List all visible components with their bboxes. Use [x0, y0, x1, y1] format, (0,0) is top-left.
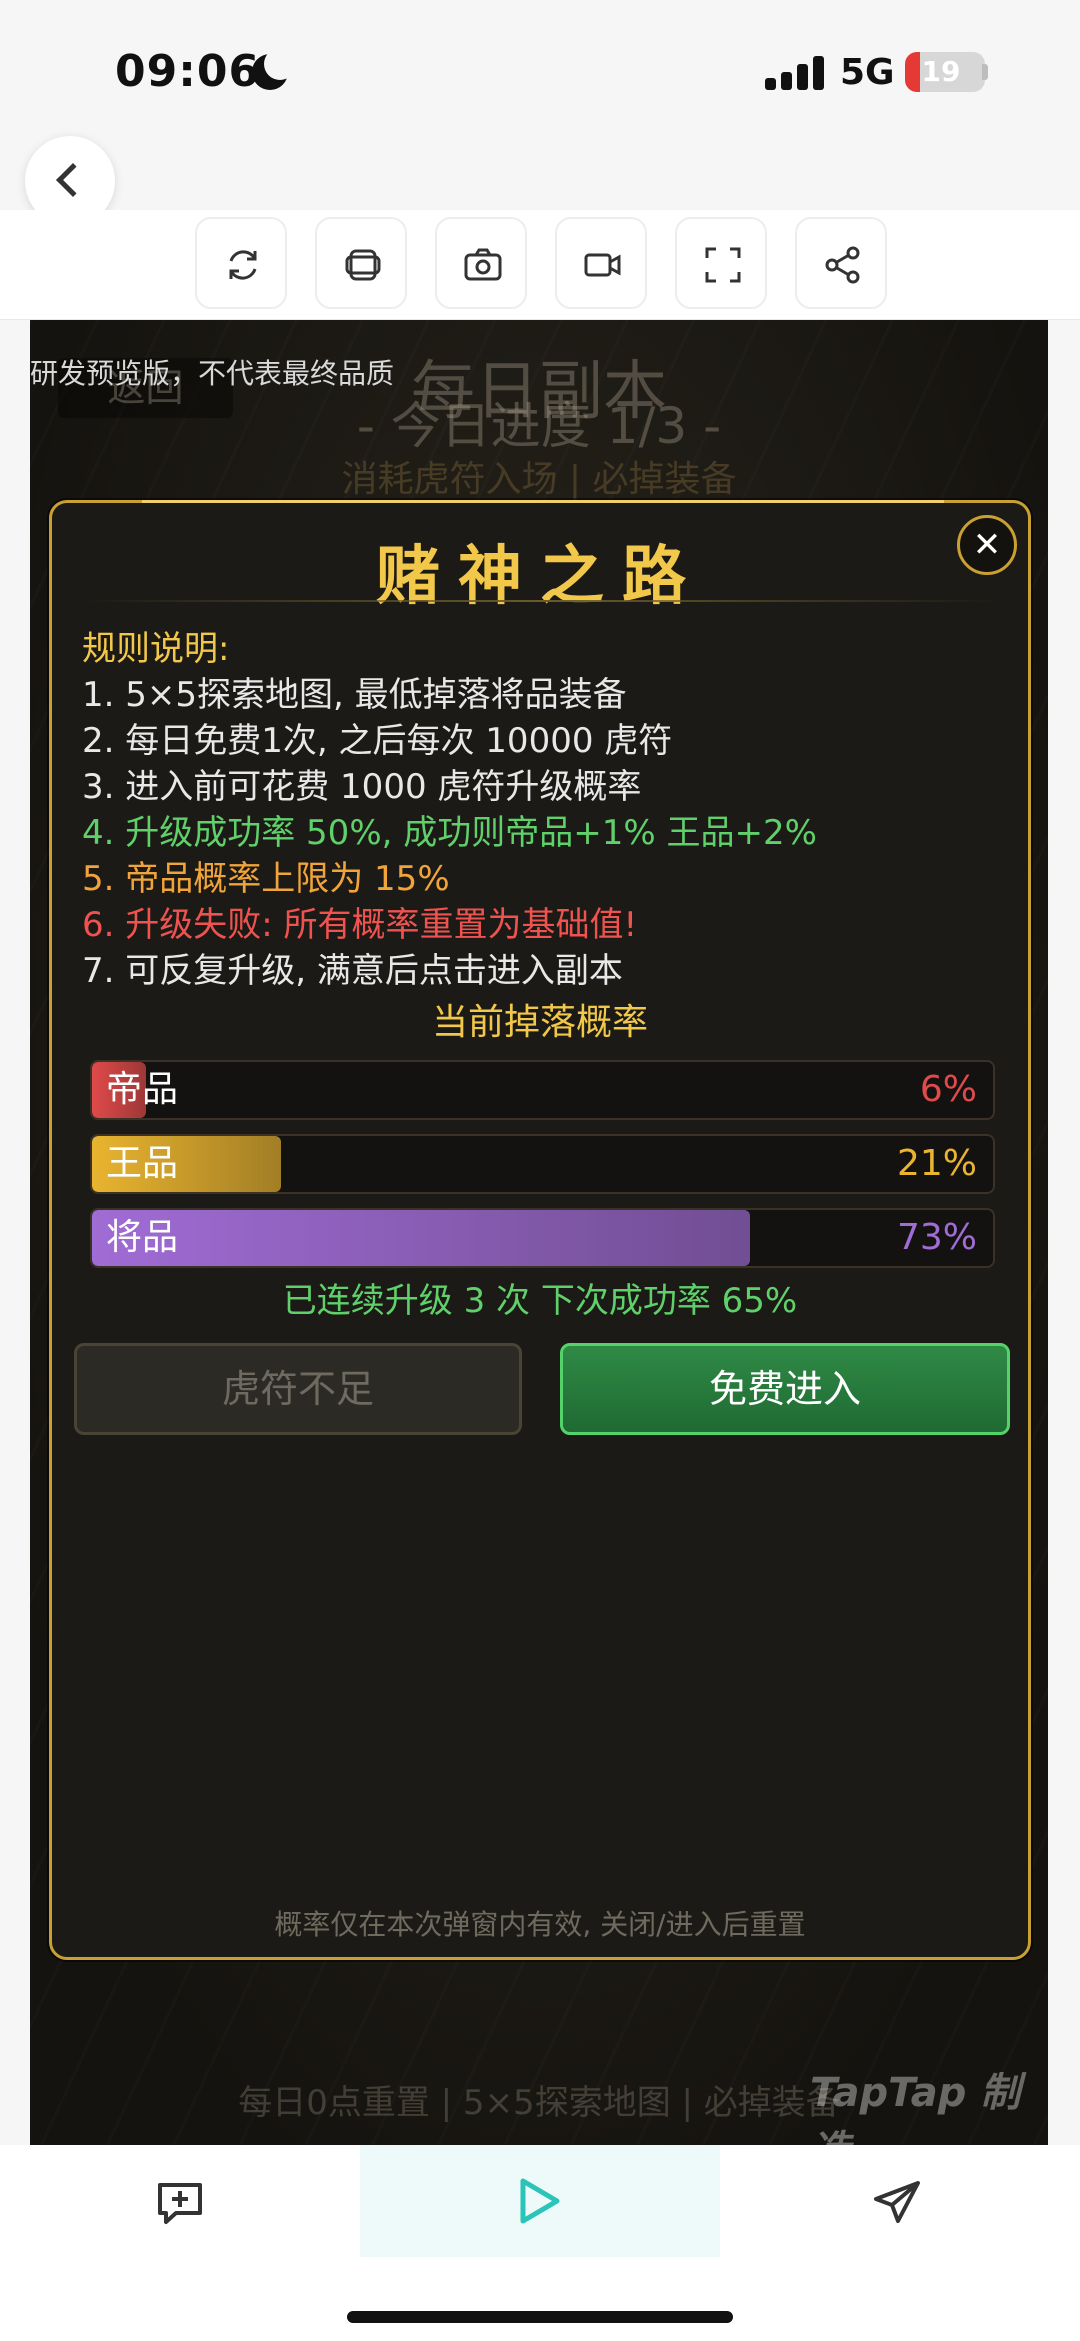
- game-canvas[interactable]: 返回 每日副本 - 今日进度 1/3 - 消耗虎符入场 | 必掉装备 研发预览版…: [30, 320, 1048, 2145]
- dungeon-subtitle: 消耗虎符入场 | 必掉装备: [341, 459, 737, 500]
- bar-fill: [92, 1210, 750, 1266]
- close-button[interactable]: ✕: [957, 515, 1017, 575]
- rule-item: 6. 升级失败: 所有概率重置为基础值!: [82, 905, 638, 945]
- gamble-modal: 赌神之路 ✕ 规则说明: 1. 5×5探索地图, 最低掉落将品装备 2. 每日免…: [49, 500, 1031, 1960]
- chevron-left-icon: [56, 163, 90, 197]
- comment-icon: [158, 2183, 202, 2224]
- send-button[interactable]: [868, 2173, 928, 2233]
- rule-item: 4. 升级成功率 50%, 成功则帝品+1% 王品+2%: [82, 813, 817, 853]
- record-button[interactable]: [555, 217, 647, 309]
- rule-item: 1. 5×5探索地图, 最低掉落将品装备: [82, 675, 627, 715]
- screenshot-button[interactable]: [435, 217, 527, 309]
- general-rate-bar: 将品 73%: [90, 1208, 995, 1268]
- rule-item: 2. 每日免费1次, 之后每次 10000 虎符: [82, 721, 673, 761]
- home-indicator: [347, 2311, 733, 2323]
- modal-footnote: 概率仅在本次弹窗内有效, 关闭/进入后重置: [274, 1908, 806, 1941]
- clock: 09:06: [115, 46, 261, 97]
- toolbar: [0, 210, 1080, 320]
- upgrade-button-label: 虎符不足: [221, 1367, 374, 1411]
- bar-value: 73%: [896, 1217, 977, 1258]
- close-icon: ✕: [972, 525, 1002, 565]
- modal-title: 赌神之路: [376, 540, 704, 614]
- dungeon-progress: - 今日进度 1/3 -: [356, 397, 722, 455]
- rule-item: 5. 帝品概率上限为 15%: [82, 859, 450, 899]
- video-icon: [584, 253, 621, 277]
- rule-item: 3. 进入前可花费 1000 虎符升级概率: [82, 767, 642, 807]
- enter-button-label: 免费进入: [708, 1367, 861, 1411]
- share-button[interactable]: [795, 217, 887, 309]
- battery-cap: [982, 64, 988, 80]
- play-icon: [520, 2178, 560, 2224]
- taptap-watermark: TapTap 制造: [810, 2070, 1021, 2145]
- battery-icon: 19: [905, 52, 985, 92]
- upgrade-button-disabled[interactable]: 虎符不足: [74, 1343, 522, 1435]
- play-button[interactable]: [360, 2145, 720, 2257]
- bar-label: 帝品: [106, 1069, 179, 1110]
- bar-label: 将品: [106, 1217, 179, 1258]
- signal-icon: [765, 56, 825, 90]
- bar-value: 21%: [896, 1143, 977, 1184]
- emperor-rate-bar: 帝品 6%: [90, 1060, 995, 1120]
- copy-button[interactable]: [315, 217, 407, 309]
- copy-icon: [345, 249, 381, 281]
- bar-value: 6%: [919, 1069, 977, 1110]
- fullscreen-icon: [705, 247, 741, 283]
- screenshot-icon: [464, 248, 502, 281]
- modal-accent-line: [142, 500, 944, 503]
- moon-icon: [252, 48, 296, 90]
- status-bar: 09:06 5G 19: [0, 0, 1080, 140]
- rule-item: 7. 可反复升级, 满意后点击进入副本: [82, 951, 623, 991]
- send-icon: [874, 2181, 920, 2223]
- enter-button[interactable]: 免费进入: [560, 1343, 1010, 1435]
- comment-button[interactable]: [150, 2173, 210, 2233]
- title-divider: [82, 600, 1002, 602]
- bar-label: 王品: [106, 1143, 179, 1184]
- battery-percent: 19: [921, 55, 961, 88]
- rules-heading: 规则说明:: [82, 629, 230, 669]
- network-label: 5G: [840, 52, 895, 93]
- fullscreen-button[interactable]: [675, 217, 767, 309]
- upgrade-streak: 已连续升级 3 次 下次成功率 65%: [282, 1281, 798, 1321]
- share-icon: [825, 246, 860, 284]
- drop-rate-heading: 当前掉落概率: [431, 1002, 648, 1043]
- screen: 09:06 5G 19 返回 每日副本 - 今日进度 1/3 - 消耗虎符入场 …: [0, 0, 1080, 2341]
- refresh-icon: [229, 250, 257, 280]
- preview-notice: 研发预览版，不代表最终品质: [30, 357, 395, 390]
- king-rate-bar: 王品 21%: [90, 1134, 995, 1194]
- refresh-button[interactable]: [195, 217, 287, 309]
